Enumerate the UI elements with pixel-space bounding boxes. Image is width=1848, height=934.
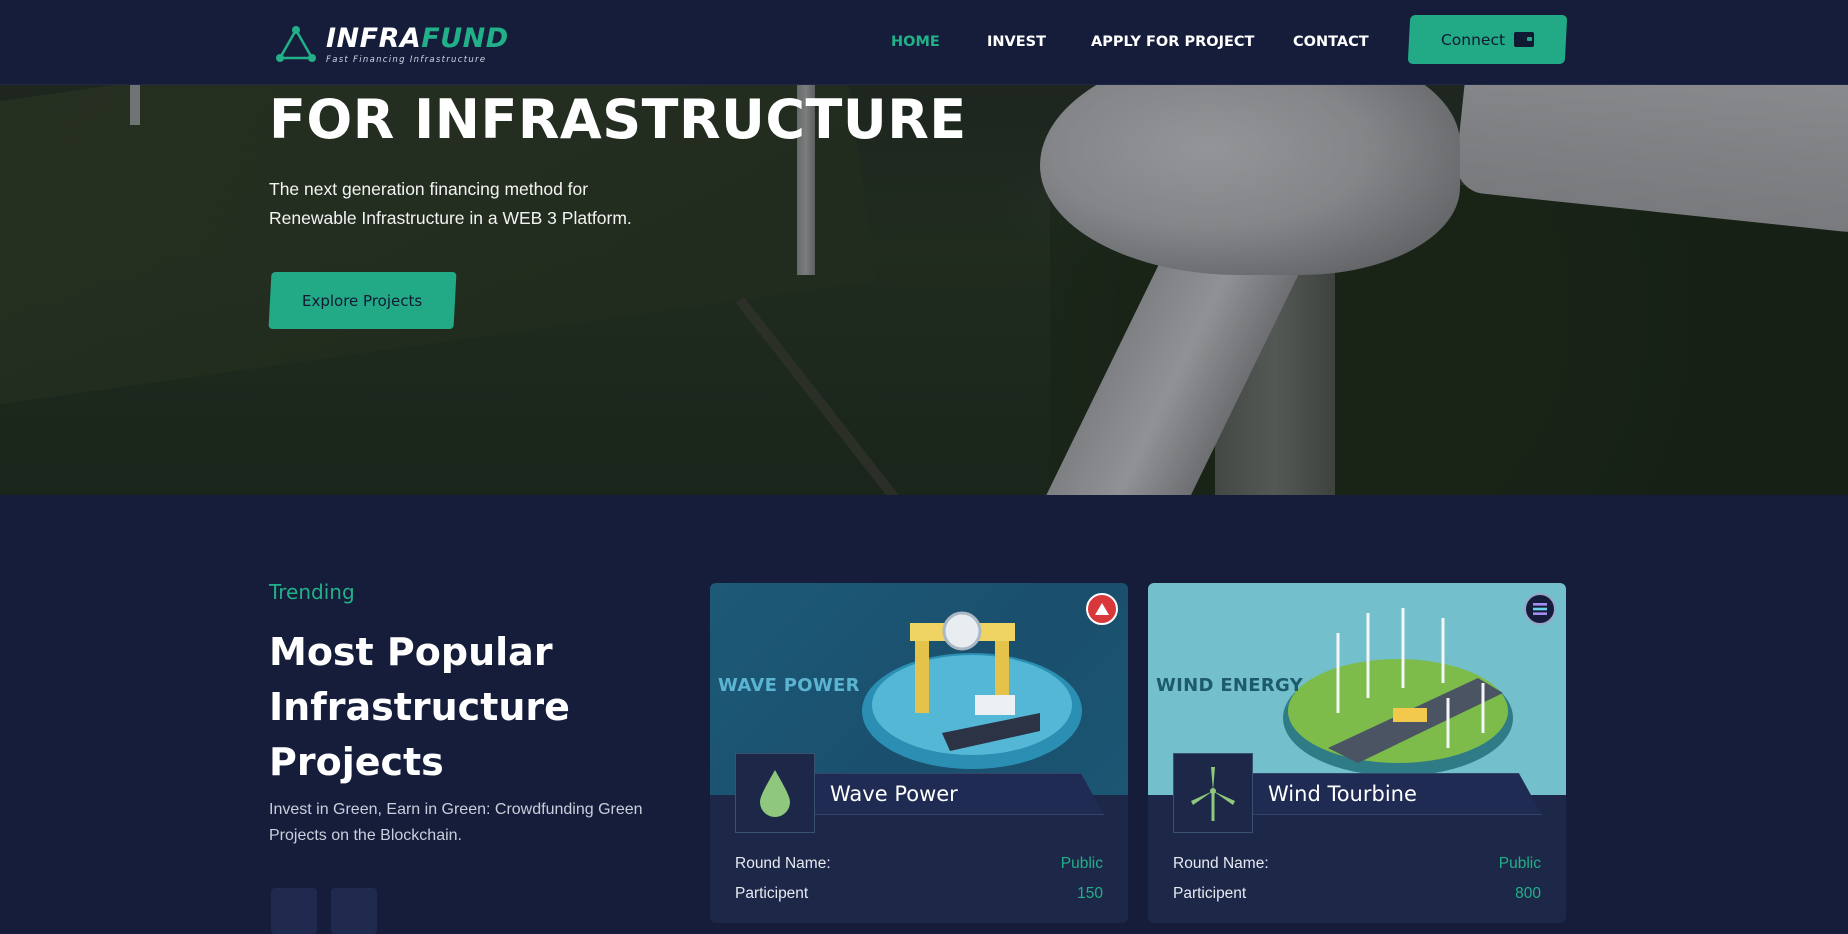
project-card-wind-tourbine[interactable]: WIND ENERGY Wind Tourbine Round Name: Pu… xyxy=(1148,583,1566,923)
card-row-participent: Participent 800 xyxy=(1173,885,1541,902)
wind-turbine-icon xyxy=(1191,767,1235,821)
trending-description: Invest in Green, Earn in Green: Crowdfun… xyxy=(269,801,643,844)
card-row-round: Round Name: Public xyxy=(735,855,1103,872)
hero-section: FOR INFRASTRUCTURE The next generation f… xyxy=(0,85,1848,495)
connect-label: Connect xyxy=(1441,30,1506,49)
card-icon-box xyxy=(735,753,815,833)
water-drop-icon xyxy=(760,770,790,817)
card-row-round: Round Name: Public xyxy=(1173,855,1541,872)
brand-name: INFRAFUND xyxy=(326,22,509,54)
solana-icon xyxy=(1524,593,1556,625)
card-image-label: WIND ENERGY xyxy=(1156,675,1304,696)
brand-tagline: Fast Financing Infrastructure xyxy=(326,54,487,65)
project-card-wave-power[interactable]: WAVE POWER Wave Power Round Name: Public… xyxy=(710,583,1128,923)
carousel-next-button[interactable] xyxy=(331,888,377,934)
connect-wallet-button[interactable]: Connect xyxy=(1407,15,1568,64)
card-image-label: WAVE POWER xyxy=(718,675,860,696)
hero-title: FOR INFRASTRUCTURE xyxy=(269,88,967,151)
trending-title: Most Popular Infrastructure Projects xyxy=(269,630,570,784)
card-row-participent: Participent 150 xyxy=(735,885,1103,902)
nav-contact[interactable]: CONTACT xyxy=(1293,34,1369,50)
nav-home[interactable]: HOME xyxy=(891,34,940,50)
nav-invest[interactable]: INVEST xyxy=(987,34,1046,50)
card-title: Wind Tourbine xyxy=(1252,773,1542,815)
carousel-prev-button[interactable] xyxy=(271,888,317,934)
card-title: Wave Power xyxy=(814,773,1104,815)
trending-section: Trending Most Popular Infrastructure Pro… xyxy=(0,495,1848,934)
site-header: INFRAFUND Fast Financing Infrastructure … xyxy=(0,0,1848,85)
hero-subtitle: The next generation financing method for… xyxy=(269,179,632,228)
logo-triangle-icon xyxy=(276,26,316,62)
card-icon-box xyxy=(1173,753,1253,833)
wallet-icon xyxy=(1513,32,1534,47)
explore-projects-button[interactable]: Explore Projects xyxy=(268,272,457,329)
brand-logo[interactable]: INFRAFUND Fast Financing Infrastructure xyxy=(274,22,509,66)
avalanche-icon xyxy=(1086,593,1118,625)
trending-label: Trending xyxy=(269,580,355,604)
nav-apply-for-project[interactable]: APPLY FOR PROJECT xyxy=(1091,34,1254,50)
